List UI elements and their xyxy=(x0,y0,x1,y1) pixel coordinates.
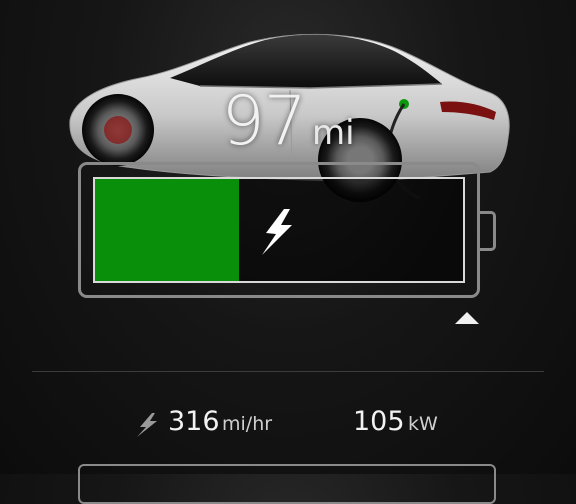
range-display: 97 mi xyxy=(0,82,576,161)
charge-rate-unit: mi/hr xyxy=(222,413,273,435)
charge-rate-value: 316 xyxy=(168,406,220,437)
charge-power-unit: kW xyxy=(408,413,438,435)
charging-stats: 316 mi/hr 105 kW xyxy=(0,404,576,444)
bottom-panel[interactable] xyxy=(78,464,496,504)
charge-rate-icon xyxy=(137,413,157,437)
charge-limit-marker[interactable] xyxy=(455,312,479,324)
battery-charge-fill xyxy=(95,179,239,281)
charge-power-value: 105 xyxy=(353,406,405,437)
battery-terminal xyxy=(480,211,496,251)
divider xyxy=(32,371,544,372)
charging-bolt-icon xyxy=(262,209,292,255)
range-value: 97 xyxy=(221,82,307,161)
range-unit: mi xyxy=(311,113,355,153)
